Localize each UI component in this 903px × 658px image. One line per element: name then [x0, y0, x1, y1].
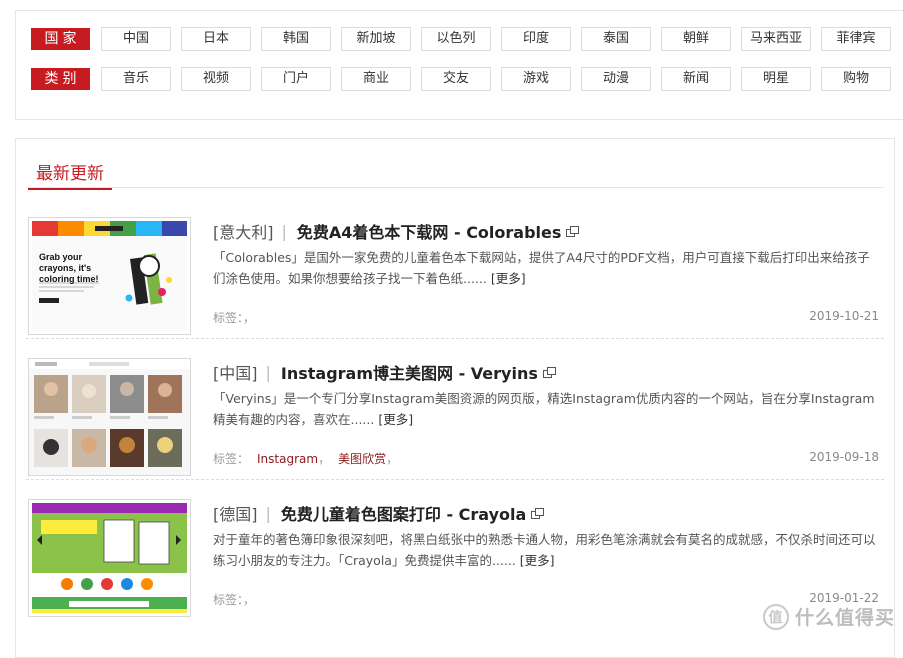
site-watermark: 值 什么值得买 — [762, 603, 895, 630]
entry-title: [德国] | 免费儿童着色图案打印 - Crayola — [213, 501, 545, 525]
site-entry: [中国] | Instagram博主美图网 - Veryins 「Veryins… — [26, 350, 884, 480]
site-thumbnail[interactable] — [28, 499, 191, 617]
category-filter-label: 类别 — [31, 68, 90, 90]
entry-tags: 标签：， — [213, 591, 255, 608]
site-thumbnail[interactable] — [28, 358, 191, 476]
tag-separator: ， — [243, 311, 256, 325]
tags-label: 标签： — [213, 311, 244, 325]
category-chip[interactable]: 游戏 — [501, 67, 571, 91]
country-chip[interactable]: 新加坡 — [341, 27, 411, 51]
entry-description: 「Veryins」是一个专门分享Instagram美图资源的网页版，精选Inst… — [213, 388, 881, 430]
category-chip[interactable]: 动漫 — [581, 67, 651, 91]
tag-separator: ， — [318, 452, 331, 466]
entry-tags: 标签： Instagram， 美图欣赏， — [213, 450, 398, 467]
entry-description: 对于童年的著色簿印象很深刻吧，将黑白纸张中的熟悉卡通人物，用彩色笔涂满就会有莫名… — [213, 529, 881, 571]
thumbnail-caption: Grab your crayons, it's coloring time! — [39, 252, 99, 285]
thumbnail-caption-line: coloring time! — [39, 274, 99, 284]
category-chip[interactable]: 商业 — [341, 67, 411, 91]
tag-link[interactable]: Instagram — [257, 452, 318, 466]
site-entry: [德国] | 免费儿童着色图案打印 - Crayola 对于童年的著色簿印象很深… — [26, 491, 884, 621]
description-text: 「Veryins」是一个专门分享Instagram美图资源的网页版，精选Inst… — [213, 391, 875, 427]
country-chip[interactable]: 泰国 — [581, 27, 651, 51]
entry-country[interactable]: [意大利] — [213, 219, 274, 243]
country-chip[interactable]: 日本 — [181, 27, 251, 51]
country-chip[interactable]: 韩国 — [261, 27, 331, 51]
entry-divider — [26, 479, 884, 480]
thumbnail-caption-line: crayons, it's — [39, 263, 92, 273]
external-link-icon[interactable] — [531, 507, 545, 519]
tag-link[interactable]: 美图欣赏 — [338, 452, 386, 466]
more-link[interactable]: [更多] — [378, 412, 413, 427]
watermark-logo-icon: 值 — [762, 603, 789, 630]
entry-date: 2019-09-18 — [809, 450, 879, 464]
more-link[interactable]: [更多] — [520, 553, 555, 568]
country-chip[interactable]: 以色列 — [421, 27, 491, 51]
country-chip[interactable]: 菲律宾 — [821, 27, 891, 51]
category-chip[interactable]: 音乐 — [101, 67, 171, 91]
title-separator: | — [265, 503, 271, 523]
category-chip[interactable]: 新闻 — [661, 67, 731, 91]
entry-link[interactable]: Instagram博主美图网 - Veryins — [281, 360, 538, 384]
external-link-icon[interactable] — [566, 225, 580, 237]
tag-separator: ， — [243, 593, 256, 607]
category-chip[interactable]: 明星 — [741, 67, 811, 91]
entry-title: [中国] | Instagram博主美图网 - Veryins — [213, 360, 556, 384]
external-link-icon[interactable] — [542, 366, 556, 378]
category-chip[interactable]: 交友 — [421, 67, 491, 91]
entry-tags: 标签：， — [213, 309, 255, 326]
divider — [26, 187, 884, 188]
entry-divider — [26, 338, 884, 339]
tags-label: 标签： — [213, 452, 250, 466]
veryins-screenshot — [29, 359, 190, 475]
entry-date: 2019-10-21 — [809, 309, 879, 323]
entry-link[interactable]: 免费儿童着色图案打印 - Crayola — [281, 501, 526, 525]
site-thumbnail[interactable]: Grab your crayons, it's coloring time! — [28, 217, 191, 335]
watermark-text: 什么值得买 — [794, 607, 895, 629]
category-chip[interactable]: 购物 — [821, 67, 891, 91]
entry-link[interactable]: 免费A4着色本下载网 - Colorables — [297, 219, 562, 243]
filter-panel: 国家 中国 日本 韩国 新加坡 以色列 印度 泰国 朝鲜 马来西亚 菲律宾 类别… — [15, 10, 903, 120]
category-filter-row: 类别 音乐 视频 门户 商业 交友 游戏 动漫 新闻 明星 购物 — [31, 67, 901, 91]
crayola-screenshot — [29, 500, 190, 616]
country-chip[interactable]: 朝鲜 — [661, 27, 731, 51]
thumbnail-caption-line: Grab your — [39, 252, 83, 262]
more-link[interactable]: [更多] — [491, 271, 526, 286]
category-chip[interactable]: 门户 — [261, 67, 331, 91]
title-separator: | — [265, 362, 271, 382]
country-chip[interactable]: 中国 — [101, 27, 171, 51]
latest-updates-section: 最新更新 Grab your crayons, it's coloring ti… — [15, 138, 895, 658]
category-chip[interactable]: 视频 — [181, 67, 251, 91]
entry-country[interactable]: [中国] — [213, 360, 258, 384]
country-filter-label: 国家 — [31, 28, 90, 50]
title-separator: | — [281, 221, 287, 241]
site-entry: Grab your crayons, it's coloring time! [… — [26, 209, 884, 339]
country-chip[interactable]: 印度 — [501, 27, 571, 51]
tags-label: 标签： — [213, 593, 244, 607]
country-filter-row: 国家 中国 日本 韩国 新加坡 以色列 印度 泰国 朝鲜 马来西亚 菲律宾 — [31, 27, 901, 51]
entry-title: [意大利] | 免费A4着色本下载网 - Colorables — [213, 219, 580, 243]
entry-description: 「Colorables」是国外一家免费的儿童着色本下载网站，提供了A4尺寸的PD… — [213, 247, 881, 289]
section-title: 最新更新 — [28, 159, 112, 190]
entry-country[interactable]: [德国] — [213, 501, 258, 525]
country-chip[interactable]: 马来西亚 — [741, 27, 811, 51]
tag-separator: ， — [386, 452, 399, 466]
description-text: 「Colorables」是国外一家免费的儿童着色本下载网站，提供了A4尺寸的PD… — [213, 250, 870, 286]
